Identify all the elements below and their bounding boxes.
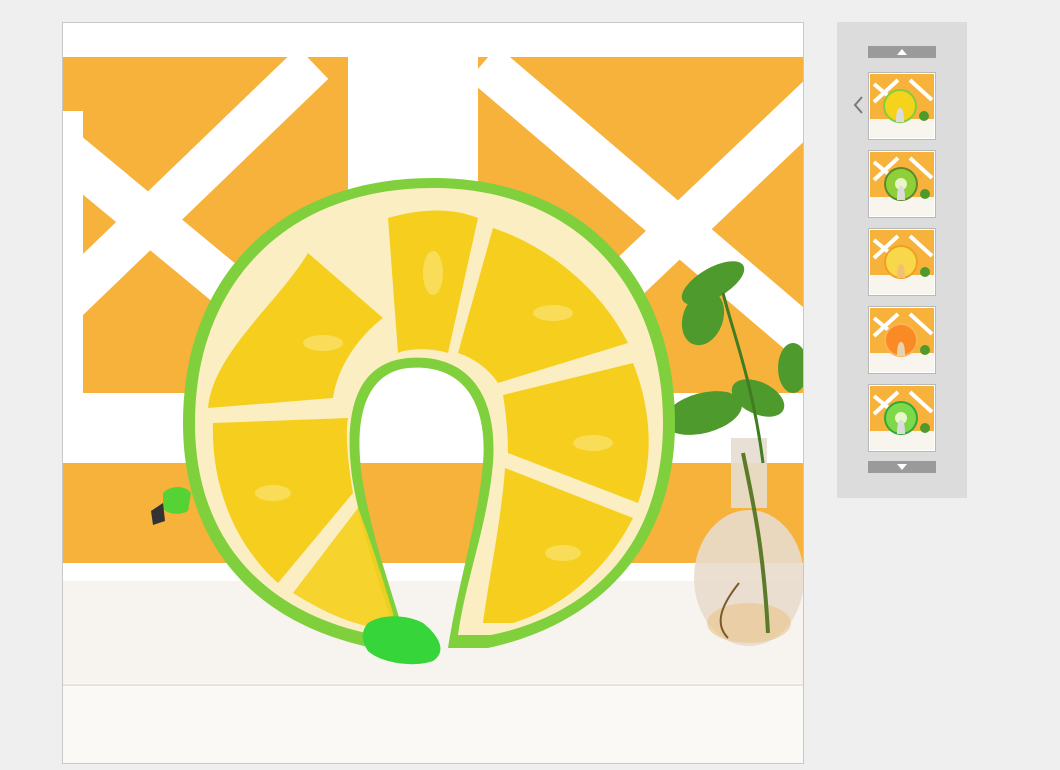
scroll-down-button[interactable]: [868, 461, 936, 473]
chevron-up-icon: [897, 49, 907, 55]
chevron-left-icon: [853, 96, 863, 114]
thumbnail-3[interactable]: [868, 228, 936, 296]
thumbnail-1[interactable]: [868, 72, 936, 140]
previous-image-button[interactable]: [851, 94, 865, 116]
thumbnail-2[interactable]: [868, 150, 936, 218]
thumbnail-5[interactable]: [868, 384, 936, 452]
orange-pillow-thumbnail: [870, 308, 934, 372]
kiwi-pillow-thumbnail: [870, 152, 934, 216]
lemon-pillow-thumbnail: [870, 74, 934, 138]
thumbnail-4[interactable]: [868, 306, 936, 374]
main-product-image[interactable]: [62, 22, 804, 764]
pineapple-pillow-thumbnail: [870, 230, 934, 294]
watermelon-pillow-thumbnail: [870, 386, 934, 450]
thumbnail-panel: [837, 22, 967, 498]
chevron-down-icon: [897, 464, 907, 470]
lemon-neck-pillow-photo: [63, 23, 803, 763]
scroll-up-button[interactable]: [868, 46, 936, 58]
